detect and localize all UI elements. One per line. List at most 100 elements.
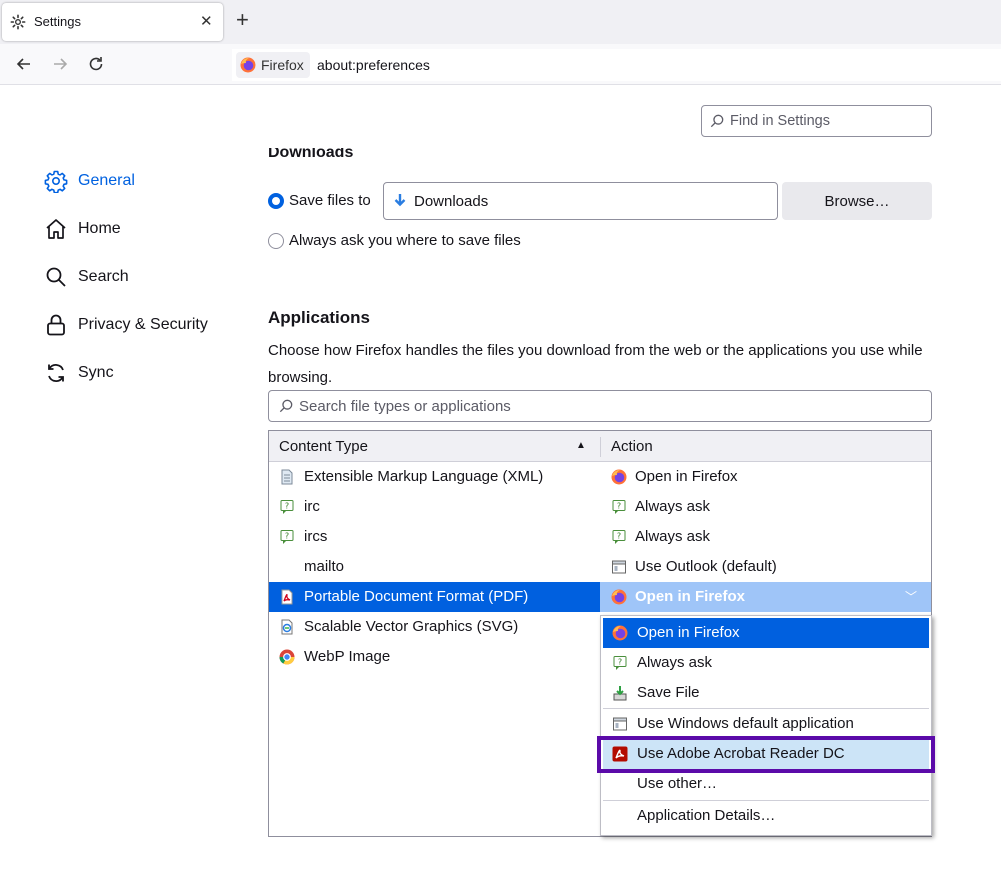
- gear-icon: [44, 170, 68, 193]
- content-type-label: mailto: [304, 558, 345, 575]
- sidebar-item-label: Search: [78, 268, 129, 285]
- firefox-icon: [611, 589, 627, 605]
- applications-heading: Applications: [268, 308, 371, 327]
- menu-item-windows-default[interactable]: Use Windows default application: [603, 709, 929, 739]
- forward-icon[interactable]: [50, 54, 70, 74]
- sidebar-item-search[interactable]: Search: [44, 262, 129, 292]
- save-file-icon: [612, 685, 628, 701]
- search-icon: [710, 114, 724, 128]
- content-type-label: Scalable Vector Graphics (SVG): [304, 618, 519, 635]
- column-divider[interactable]: [600, 437, 601, 457]
- menu-item-save-file[interactable]: Save File: [603, 678, 929, 708]
- action-label: Open in Firefox: [635, 468, 738, 485]
- sidebar-item-label: General: [78, 172, 135, 189]
- content-type-label: irc: [304, 498, 320, 515]
- filetype-search-input[interactable]: Search file types or applications: [268, 390, 932, 422]
- always-ask-radio[interactable]: [268, 233, 284, 249]
- back-icon[interactable]: [14, 54, 34, 74]
- browse-button[interactable]: Browse…: [782, 182, 932, 220]
- menu-item-label: Use other…: [637, 775, 718, 792]
- save-files-label[interactable]: Save files to: [289, 192, 371, 209]
- action-label: Use Outlook (default): [635, 558, 777, 575]
- sidebar-item-privacy-security[interactable]: Privacy & Security: [44, 310, 208, 340]
- sidebar-item-home[interactable]: Home: [44, 214, 121, 244]
- table-row[interactable]: Extensible Markup Language (XML) Open in…: [269, 462, 931, 492]
- pdf-icon: [279, 589, 295, 605]
- applications-description: Choose how Firefox handles the files you…: [268, 342, 923, 386]
- reload-icon[interactable]: [86, 54, 106, 74]
- url-bar[interactable]: Firefox about:preferences: [232, 49, 1001, 81]
- action-label: Open in Firefox: [635, 588, 746, 605]
- action-select[interactable]: Open in Firefox ﹀: [600, 582, 931, 612]
- sidebar-item-general[interactable]: General: [44, 166, 135, 196]
- ask-icon: [279, 499, 295, 515]
- menu-item-label: Save File: [637, 684, 700, 701]
- tab-settings[interactable]: Settings ✕: [2, 3, 223, 41]
- app-window-icon: [612, 716, 628, 732]
- sidebar-item-label: Sync: [78, 364, 114, 381]
- firefox-icon: [612, 625, 628, 641]
- tab-strip: Settings ✕ +: [0, 0, 1001, 44]
- content-type-label: ircs: [304, 528, 328, 545]
- download-folder-field[interactable]: Downloads: [383, 182, 778, 220]
- tab-title: Settings: [34, 14, 81, 29]
- xml-file-icon: [279, 469, 295, 485]
- always-ask-label[interactable]: Always ask you where to save files: [289, 232, 521, 249]
- menu-item-label: Application Details…: [637, 807, 776, 824]
- menu-item-open-in-firefox[interactable]: Open in Firefox: [603, 618, 929, 648]
- table-row[interactable]: ircs Always ask: [269, 522, 931, 552]
- menu-item-label: Always ask: [637, 654, 713, 671]
- svg-file-icon: [279, 619, 295, 635]
- menu-item-adobe-acrobat[interactable]: Use Adobe Acrobat Reader DC: [603, 739, 929, 769]
- app-window-icon: [611, 559, 627, 575]
- menu-item-always-ask[interactable]: Always ask: [603, 648, 929, 678]
- table-row[interactable]: irc Always ask: [269, 492, 931, 522]
- content-type-label: Portable Document Format (PDF): [304, 588, 529, 605]
- sort-ascending-icon[interactable]: ▲: [576, 440, 586, 451]
- column-header-action[interactable]: Action: [611, 438, 653, 455]
- chevron-down-icon[interactable]: ﹀: [905, 588, 917, 605]
- url-text: about:preferences: [317, 57, 430, 73]
- table-row-selected[interactable]: Portable Document Format (PDF) Open in F…: [269, 582, 931, 612]
- menu-item-label: Use Adobe Acrobat Reader DC: [637, 745, 845, 762]
- menu-item-application-details[interactable]: Application Details…: [603, 801, 929, 831]
- table-header: Content Type ▲ Action: [269, 431, 931, 462]
- chrome-icon: [279, 649, 295, 665]
- acrobat-icon: [612, 746, 628, 762]
- menu-item-label: Open in Firefox: [637, 624, 740, 641]
- navigation-bar: Firefox about:preferences: [0, 44, 1001, 85]
- close-tab-icon[interactable]: ✕: [200, 12, 213, 30]
- gear-icon: [10, 14, 26, 30]
- find-in-settings-placeholder: Find in Settings: [730, 113, 830, 129]
- ask-icon: [611, 499, 627, 515]
- search-icon: [46, 267, 66, 287]
- new-tab-button[interactable]: +: [236, 9, 249, 31]
- identity-box[interactable]: Firefox: [236, 52, 310, 78]
- ask-icon: [279, 529, 295, 545]
- home-icon: [46, 219, 66, 239]
- filetype-search-placeholder: Search file types or applications: [299, 397, 511, 415]
- sync-icon: [48, 364, 64, 382]
- find-in-settings-input[interactable]: Find in Settings: [701, 105, 932, 137]
- downloads-heading: Downloads: [268, 148, 354, 161]
- table-row[interactable]: mailto Use Outlook (default): [269, 552, 931, 582]
- firefox-icon: [240, 57, 256, 73]
- identity-label: Firefox: [261, 57, 304, 73]
- download-arrow-icon: [394, 194, 406, 207]
- column-header-content-type[interactable]: Content Type: [279, 438, 368, 455]
- menu-item-label: Use Windows default application: [637, 715, 854, 732]
- action-label: Always ask: [635, 498, 711, 515]
- sidebar-item-label: Home: [78, 220, 121, 237]
- ask-icon: [611, 529, 627, 545]
- lock-icon: [47, 314, 65, 336]
- download-folder-name: Downloads: [414, 192, 489, 210]
- ask-icon: [612, 655, 628, 671]
- action-label: Always ask: [635, 528, 711, 545]
- save-files-radio[interactable]: [268, 193, 284, 209]
- sidebar-item-sync[interactable]: Sync: [44, 358, 114, 388]
- firefox-icon: [611, 469, 627, 485]
- menu-item-use-other[interactable]: Use other…: [603, 769, 929, 799]
- content-type-label: WebP Image: [304, 648, 391, 665]
- search-icon: [279, 399, 293, 413]
- sidebar-item-label: Privacy & Security: [78, 316, 208, 333]
